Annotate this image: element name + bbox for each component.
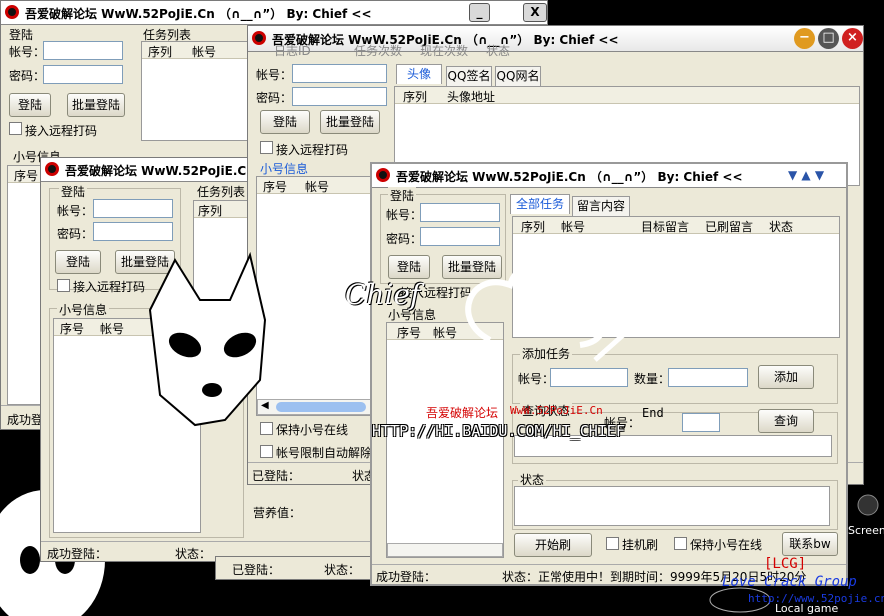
watermark-site: WwW.52PoJiE.Cn — [510, 404, 603, 417]
lcg-name: Love Crack Group — [722, 574, 857, 590]
lcg-url: http://www.52pojie.cn — [748, 592, 884, 605]
query-end-label: End — [642, 406, 664, 420]
chief-watermark-art — [148, 251, 645, 427]
watermark-forum: 吾爱破解论坛 — [426, 406, 499, 420]
lcg-tag: [LCG] — [764, 556, 807, 572]
watermark-url: HTTP://HI.BAIDU.COM/HI_CHIEF — [372, 422, 625, 440]
watermark-chief: Chief — [345, 278, 421, 311]
